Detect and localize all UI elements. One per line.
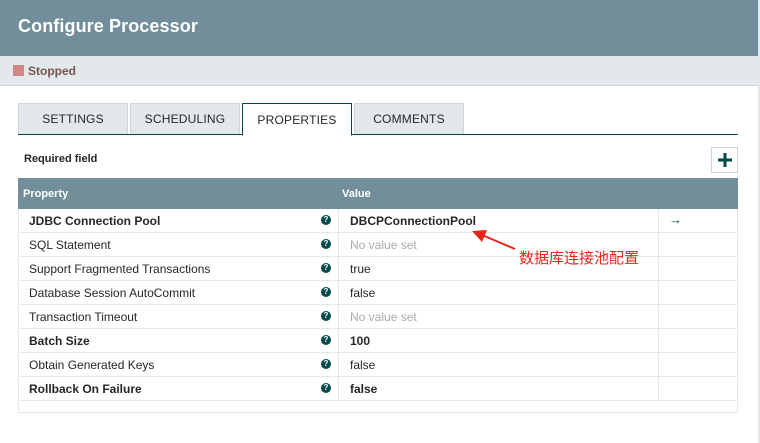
value-cell[interactable]: false [339, 281, 659, 304]
question-icon[interactable]: ? [321, 359, 331, 369]
property-cell: Database Session AutoCommit? [19, 281, 339, 304]
value-cell[interactable]: false [339, 353, 659, 376]
actions-cell [659, 329, 739, 352]
property-cell: Support Fragmented Transactions? [19, 257, 339, 280]
column-header-value: Value [342, 188, 371, 200]
table-row[interactable]: Database Session AutoCommit? false [18, 281, 738, 305]
property-value: No value set [350, 310, 417, 324]
property-cell: Batch Size? [19, 329, 339, 352]
property-value: DBCPConnectionPool [350, 214, 476, 228]
value-cell[interactable]: 100 [339, 329, 659, 352]
property-value: false [350, 358, 376, 372]
property-name: Support Fragmented Transactions [29, 262, 211, 276]
table-row[interactable]: JDBC Connection Pool? DBCPConnectionPool → [18, 209, 738, 233]
question-icon[interactable]: ? [321, 311, 331, 321]
question-icon[interactable]: ? [321, 287, 331, 297]
required-field-label: Required field [24, 153, 98, 165]
question-icon[interactable]: ? [321, 263, 331, 273]
value-cell[interactable]: false [339, 377, 659, 400]
table-row[interactable]: Transaction Timeout? No value set [18, 305, 738, 329]
actions-cell [659, 233, 739, 256]
property-name: Obtain Generated Keys [29, 358, 155, 372]
arrow-right-icon[interactable]: → [669, 212, 682, 227]
property-cell: SQL Statement? [19, 233, 339, 256]
property-name: Database Session AutoCommit [29, 286, 196, 300]
property-name: Rollback On Failure [29, 382, 142, 396]
property-cell: Transaction Timeout? [19, 305, 339, 328]
value-cell[interactable]: No value set [339, 305, 659, 328]
question-icon[interactable]: ? [321, 239, 331, 249]
property-cell: Obtain Generated Keys? [19, 353, 339, 376]
value-cell[interactable]: DBCPConnectionPool [339, 209, 659, 232]
table-row[interactable]: Obtain Generated Keys? false [18, 353, 738, 377]
tab-properties[interactable]: PROPERTIES [242, 103, 352, 136]
tab-divider [18, 134, 738, 135]
tab-settings[interactable]: SETTINGS [18, 103, 128, 135]
actions-cell [659, 257, 739, 280]
property-value: true [350, 262, 371, 276]
question-icon[interactable]: ? [321, 335, 331, 345]
property-value: 100 [350, 334, 371, 348]
property-value: false [350, 286, 376, 300]
column-header-property: Property [23, 188, 69, 200]
status-bar: Stopped [0, 56, 760, 86]
question-icon[interactable]: ? [321, 383, 331, 393]
actions-cell [659, 281, 739, 304]
property-cell: Rollback On Failure? [19, 377, 339, 400]
question-icon[interactable]: ? [321, 215, 331, 225]
stopped-icon [13, 65, 24, 76]
property-name: SQL Statement [29, 238, 111, 252]
property-name: JDBC Connection Pool [29, 214, 161, 228]
table-header: Property Value [18, 178, 738, 209]
annotation-label: 数据库连接池配置 [519, 249, 640, 267]
property-value: No value set [350, 238, 417, 252]
tab-scheduling[interactable]: SCHEDULING [130, 103, 240, 135]
actions-cell [659, 377, 739, 400]
actions-cell: → [659, 209, 739, 232]
table-empty-space [18, 401, 738, 413]
property-value: false [350, 382, 378, 396]
status-text: Stopped [28, 64, 76, 78]
property-cell: JDBC Connection Pool? [19, 209, 339, 232]
dialog-title: Configure Processor [18, 16, 198, 36]
actions-cell [659, 305, 739, 328]
property-name: Transaction Timeout [29, 310, 138, 324]
actions-cell [659, 353, 739, 376]
add-property-button[interactable] [711, 147, 738, 173]
table-row[interactable]: Rollback On Failure? false [18, 377, 738, 401]
table-row[interactable]: Batch Size? 100 [18, 329, 738, 353]
properties-table: Property Value JDBC Connection Pool? DBCP… [18, 178, 738, 413]
plus-icon [717, 153, 732, 167]
dialog-header: Configure Processor [0, 0, 760, 56]
tab-comments[interactable]: COMMENTS [354, 103, 464, 135]
property-name: Batch Size [29, 334, 90, 348]
